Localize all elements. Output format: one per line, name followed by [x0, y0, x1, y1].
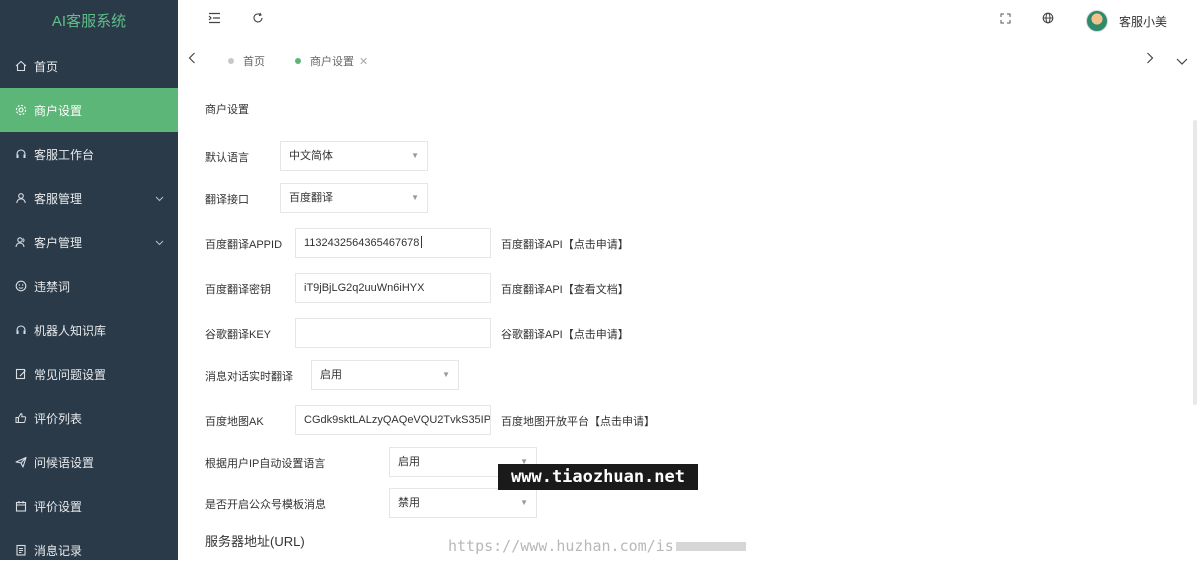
sidebar-item-greeting-settings[interactable]: 问候语设置: [0, 440, 178, 484]
user-icon: [14, 191, 28, 205]
server-url-label: 服务器地址(URL): [205, 531, 305, 550]
edit-icon: [14, 367, 28, 381]
baidu-map-help-link[interactable]: 百度地图开放平台【点击申请】: [501, 413, 655, 429]
sidebar-item-faq-settings[interactable]: 常见问题设置: [0, 352, 178, 396]
caret-down-icon: ▼: [520, 489, 528, 517]
realtime-translate-label: 消息对话实时翻译: [205, 368, 293, 384]
baidu-appid-help-link[interactable]: 百度翻译API【点击申请】: [501, 236, 629, 252]
sidebar-item-label: 商户设置: [34, 102, 82, 119]
tab-status-dot: [228, 58, 234, 64]
user-menu[interactable]: 客服小美: [1086, 10, 1167, 32]
sidebar-item-label: 常见问题设置: [34, 366, 106, 383]
baidu-appid-label: 百度翻译APPID: [205, 236, 282, 252]
ip-auto-language-label: 根据用户IP自动设置语言: [205, 455, 325, 471]
baidu-appid-input[interactable]: 1132432564365467678: [295, 228, 491, 258]
tab-bar: 首页 商户设置 ✕: [178, 40, 1197, 80]
sidebar-item-label: 违禁词: [34, 278, 70, 295]
realtime-translate-select[interactable]: 启用 ▼: [311, 360, 459, 390]
users-icon: [14, 235, 28, 249]
page-title: 商户设置: [205, 101, 249, 117]
sidebar-item-customer-management[interactable]: 客户管理: [0, 220, 178, 264]
baidu-secret-label: 百度翻译密钥: [205, 281, 271, 297]
sidebar-item-label: 客服管理: [34, 190, 82, 207]
google-key-input[interactable]: [295, 318, 491, 348]
select-value: 百度翻译: [289, 192, 333, 204]
sidebar-item-agent-management[interactable]: 客服管理: [0, 176, 178, 220]
text-cursor: [421, 236, 422, 248]
sidebar-item-label: 机器人知识库: [34, 322, 106, 339]
watermark-box: www.tiaozhuan.net: [498, 464, 698, 490]
sidebar-item-robot-kb[interactable]: 机器人知识库: [0, 308, 178, 352]
caret-down-icon: ▼: [411, 142, 419, 170]
select-value: 中文简体: [289, 150, 333, 162]
chevron-down-icon: [155, 194, 164, 204]
sidebar-item-label: 客户管理: [34, 234, 82, 251]
sidebar: AI客服系统 首页 商户设置 客服工作台 客服管理 客户管理: [0, 0, 178, 560]
smiley-icon: [14, 279, 28, 293]
tab-merchant-settings[interactable]: 商户设置 ✕: [295, 53, 368, 69]
sidebar-item-label: 问候语设置: [34, 454, 94, 471]
caret-down-icon: ▼: [442, 361, 450, 389]
tab-label: 首页: [243, 53, 265, 69]
thumb-up-icon: [14, 411, 28, 425]
google-key-label: 谷歌翻译KEY: [205, 326, 271, 342]
sidebar-item-label: 客服工作台: [34, 146, 94, 163]
document-icon: [14, 543, 28, 557]
send-icon: [14, 455, 28, 469]
translate-api-select[interactable]: 百度翻译 ▼: [280, 183, 428, 213]
sidebar-item-merchant-settings[interactable]: 商户设置: [0, 88, 178, 132]
tab-status-dot: [295, 58, 301, 64]
input-value: 1132432564365467678: [304, 237, 419, 249]
sidebar-item-home[interactable]: 首页: [0, 44, 178, 88]
sidebar-item-banned-words[interactable]: 违禁词: [0, 264, 178, 308]
avatar: [1086, 10, 1108, 32]
sidebar-item-review-list[interactable]: 评价列表: [0, 396, 178, 440]
home-icon: [14, 59, 28, 73]
select-value: 启用: [320, 369, 342, 381]
default-language-label: 默认语言: [205, 149, 249, 165]
select-value: 禁用: [398, 497, 420, 509]
chevron-down-icon[interactable]: [1176, 54, 1188, 69]
fullscreen-icon[interactable]: [1000, 12, 1011, 27]
sidebar-item-label: 评价列表: [34, 410, 82, 427]
google-key-help-link[interactable]: 谷歌翻译API【点击申请】: [501, 326, 629, 342]
main-content: 商户设置 默认语言 中文简体 ▼ 翻译接口 百度翻译 ▼ 百度翻译APPID 1…: [178, 80, 1197, 560]
tab-home[interactable]: 首页: [228, 53, 265, 69]
baidu-map-ak-label: 百度地图AK: [205, 413, 264, 429]
close-icon[interactable]: ✕: [359, 55, 368, 68]
sidebar-item-label: 评价设置: [34, 498, 82, 515]
caret-down-icon: ▼: [411, 184, 419, 212]
sidebar-item-workbench[interactable]: 客服工作台: [0, 132, 178, 176]
top-header: 客服小美: [178, 0, 1197, 40]
wechat-template-label: 是否开启公众号模板消息: [205, 496, 326, 512]
headset-icon: [14, 147, 28, 161]
baidu-secret-input[interactable]: iT9jBjLG2q2uuWn6iHYX: [295, 273, 491, 303]
watermark-url: https://www.huzhan.com/is: [448, 537, 674, 555]
menu-fold-icon[interactable]: [208, 12, 221, 27]
default-language-select[interactable]: 中文简体 ▼: [280, 141, 428, 171]
user-name: 客服小美: [1119, 13, 1167, 30]
sidebar-item-label: 首页: [34, 58, 58, 75]
robot-icon: [14, 323, 28, 337]
baidu-secret-help-link[interactable]: 百度翻译API【查看文档】: [501, 281, 629, 297]
sidebar-item-label: 消息记录: [34, 542, 82, 559]
scrollbar[interactable]: [1193, 120, 1197, 405]
sidebar-item-review-settings[interactable]: 评价设置: [0, 484, 178, 528]
sidebar-item-message-log[interactable]: 消息记录: [0, 528, 178, 572]
select-value: 启用: [398, 456, 420, 468]
globe-icon[interactable]: [1042, 12, 1054, 27]
baidu-map-ak-input[interactable]: CGdk9sktLALzyQAQeVQU2TvkS35IP: [295, 405, 491, 435]
translate-api-label: 翻译接口: [205, 191, 249, 207]
chevron-right-icon[interactable]: [1146, 52, 1154, 67]
app-brand: AI客服系统: [0, 0, 178, 44]
tab-label: 商户设置: [310, 53, 354, 69]
chevron-left-icon[interactable]: [188, 52, 196, 67]
gear-icon: [14, 103, 28, 117]
chevron-down-icon: [155, 238, 164, 248]
refresh-icon[interactable]: [252, 12, 264, 27]
watermark-text: https://www.huzhan.com/is: [448, 537, 746, 555]
wechat-template-select[interactable]: 禁用 ▼: [389, 488, 537, 518]
calendar-icon: [14, 499, 28, 513]
watermark-blur: [676, 542, 746, 551]
